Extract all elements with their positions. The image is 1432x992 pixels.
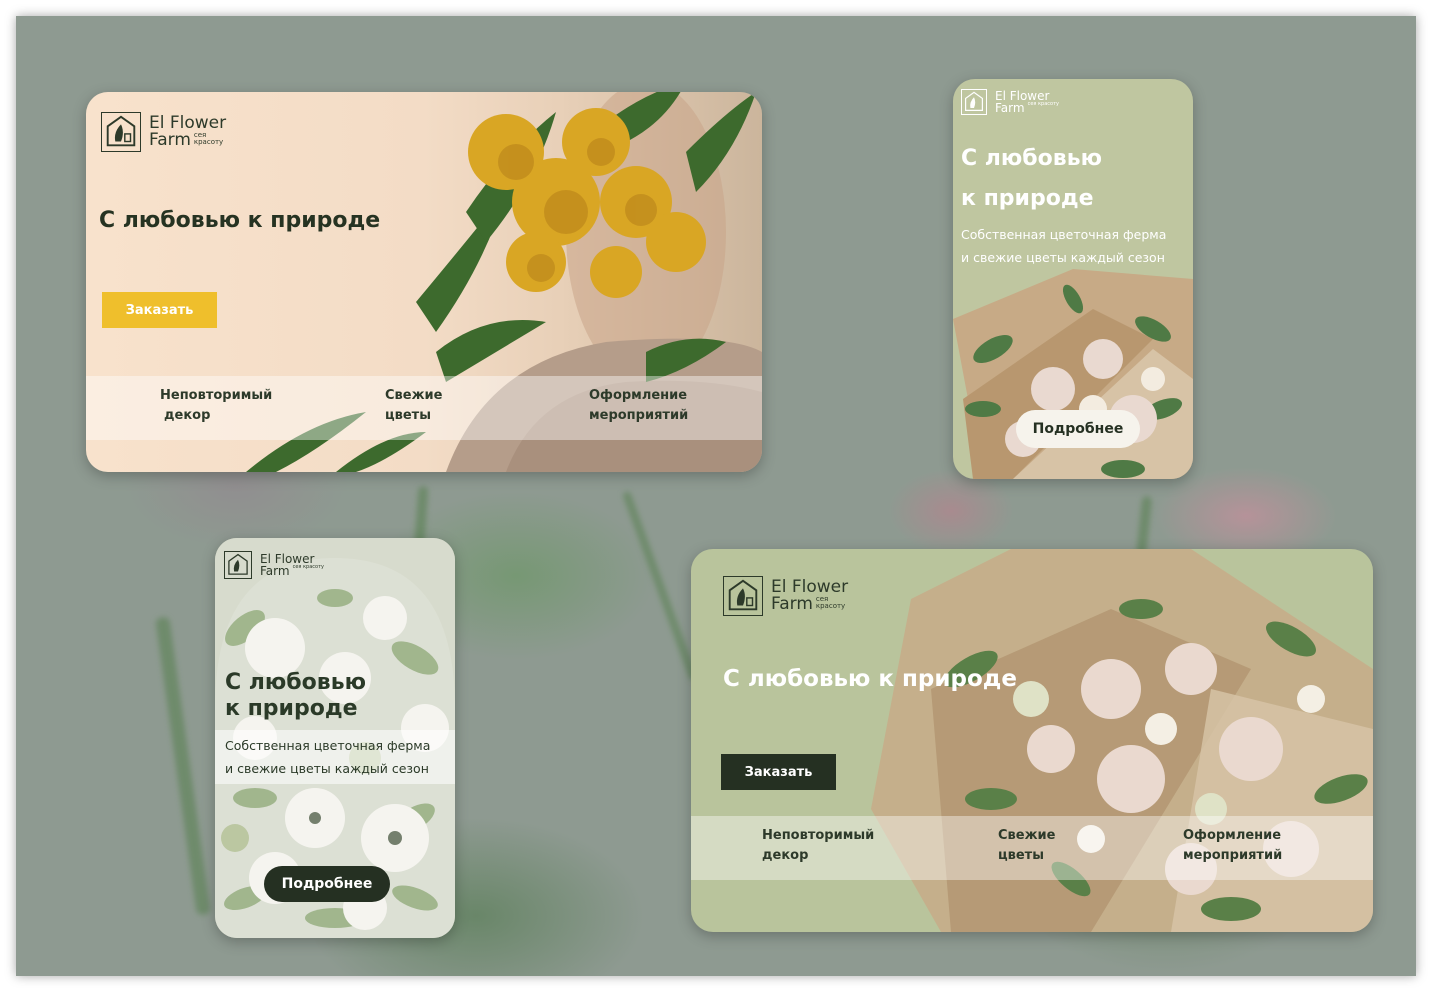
feature-fresh-flowers: Свежие цветы	[998, 828, 1056, 864]
features-strip: Неповторимый декор Свежие цветы Оформлен…	[86, 376, 762, 440]
feature-decor: Неповторимый декор	[762, 828, 875, 864]
more-button[interactable]: Подробнее	[1016, 410, 1140, 448]
feature-events: Оформление мероприятий	[589, 388, 689, 424]
flower-house-logo-icon	[101, 112, 141, 152]
blurred-flower-backdrop: El Flower Farm сея красоту С любовью к пр…	[16, 16, 1416, 976]
banner-card-olive-vertical: El Flower Farm сея красоту С любовью к пр…	[953, 79, 1193, 479]
hero-headline: С любовью к природе	[99, 208, 381, 233]
order-button[interactable]: Заказать	[102, 292, 217, 328]
brand-logo[interactable]: El Flower Farm сея красоту	[961, 89, 1059, 115]
hero-headline: С любовью к природе	[225, 670, 367, 721]
brand-logo[interactable]: El Flower Farm сея красоту	[723, 576, 856, 616]
hero-headline: С любовью к природе	[723, 666, 1017, 692]
logo-name-farm: Farm	[149, 130, 191, 150]
stem-decoration	[155, 616, 211, 916]
banner-card-white-flowers: El Flower Farm сея красоту С любовью к пр…	[215, 538, 455, 938]
flower-house-logo-icon	[723, 576, 763, 616]
banner-card-peach: El Flower Farm сея красоту С любовью к пр…	[86, 92, 762, 472]
brand-logo[interactable]: El Flower Farm сея красоту	[224, 551, 324, 579]
logo-tagline: сея красоту	[193, 131, 224, 146]
flower-house-logo-icon	[224, 551, 252, 579]
logo-tagline: сея красоту	[292, 564, 324, 570]
stem-decoration	[622, 490, 698, 682]
brand-logo[interactable]: El Flower Farm сея красоту	[101, 112, 234, 152]
feature-decor: Неповторимый декор	[160, 388, 273, 424]
hero-headline: С любовью к природе	[961, 146, 1103, 211]
logo-tagline: сея красоту	[815, 595, 846, 610]
feature-events: Оформление мероприятий	[1183, 828, 1283, 864]
hero-subtitle: Собственная цветочная ферма и свежие цве…	[961, 227, 1167, 265]
logo-name-farm: Farm	[260, 564, 290, 578]
flower-house-logo-icon	[961, 89, 987, 115]
features-strip: Неповторимый декор Свежие цветы Оформлен…	[691, 816, 1373, 880]
feature-fresh-flowers: Свежие цветы	[385, 388, 443, 424]
more-button[interactable]: Подробнее	[264, 866, 390, 902]
order-button[interactable]: Заказать	[721, 754, 836, 790]
banner-card-olive-wide: El Flower Farm сея красоту С любовью к пр…	[691, 549, 1373, 932]
logo-name-farm: Farm	[995, 101, 1025, 115]
logo-tagline: сея красоту	[1027, 101, 1059, 107]
hero-subtitle: Собственная цветочная ферма и свежие цве…	[215, 730, 455, 784]
logo-name-farm: Farm	[771, 594, 813, 614]
